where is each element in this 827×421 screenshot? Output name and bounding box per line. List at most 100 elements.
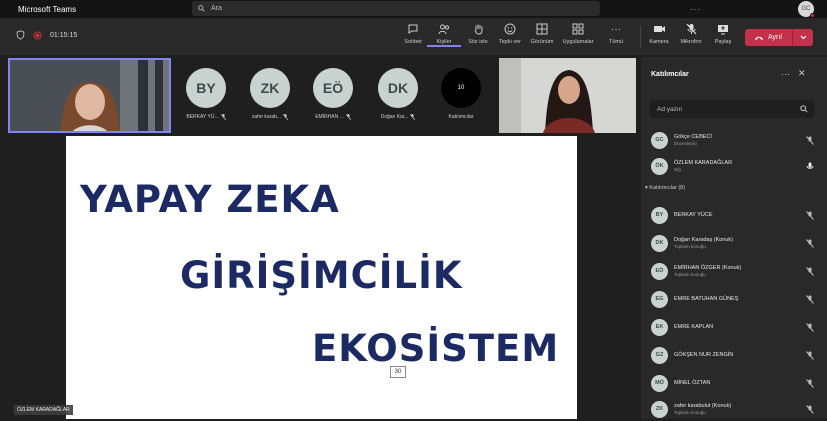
more-button[interactable]: ··· Tümü xyxy=(599,22,633,46)
mic-off-icon xyxy=(805,210,815,220)
participant-row[interactable]: BY BERKAY YÜCE xyxy=(651,203,815,227)
meeting-timer: 01:15:15 xyxy=(50,31,78,39)
mic-off-icon xyxy=(805,350,815,360)
participant-role: Toplantı konuğu xyxy=(674,244,706,249)
participant-row[interactable]: EÖ EMİRHAN ÖZGER (Konuk) Toplantı konuğu xyxy=(651,259,815,283)
participant-search-input[interactable]: Ad yazın xyxy=(650,100,814,118)
mic-off-icon xyxy=(805,404,815,414)
meeting-toolbar: 01:15:15 Sohbet Kişiler Söz iste Tepki v… xyxy=(0,18,827,56)
view-button[interactable]: Görünüm xyxy=(525,22,559,45)
active-speaker-video[interactable] xyxy=(8,58,171,133)
hand-icon xyxy=(474,24,482,35)
participant-avatar: ZK xyxy=(651,400,668,418)
more-options-icon[interactable]: ··· xyxy=(781,69,790,79)
avatar-initials: GC xyxy=(801,6,811,12)
participant-role: Düzenleyici xyxy=(674,141,698,146)
shield-icon[interactable] xyxy=(16,30,25,40)
participant-row[interactable]: MÖ MİNEL ÖZTAN xyxy=(651,371,815,395)
participant-name: zafer karab... xyxy=(251,114,282,120)
more-options-icon[interactable]: ··· xyxy=(690,5,701,14)
chat-icon xyxy=(408,24,418,34)
participant-row[interactable]: GC Gökçe CEBECİ Düzenleyici xyxy=(651,128,815,152)
share-label: Paylaş xyxy=(714,39,732,45)
apps-label: Uygulamalar xyxy=(562,39,594,45)
chevron-down-icon[interactable] xyxy=(793,35,813,40)
mic-on-icon xyxy=(805,161,815,171)
share-icon xyxy=(718,24,728,34)
participant-row[interactable]: DK Doğan Karadaş (Konuk) Toplantı konuğu xyxy=(651,231,815,255)
slide-line-3: EKOSİSTEM xyxy=(312,327,560,370)
mic-off-icon xyxy=(686,23,696,35)
camera-button[interactable]: Kamera xyxy=(642,22,676,45)
participant-row[interactable]: EG EMRE BATUHAN GÜNEŞ xyxy=(651,287,815,311)
participant-name: EMRE KAPLAN xyxy=(674,324,714,330)
phone-hangup-icon xyxy=(755,36,763,40)
global-search-input[interactable]: Ara xyxy=(192,1,600,16)
emoji-icon xyxy=(504,23,516,35)
mic-off-icon xyxy=(805,378,815,388)
mic-off-icon xyxy=(805,238,815,248)
participants-panel: Katılımcılar ··· ✕ Ad yazın GC Gökçe CEB… xyxy=(641,57,827,419)
participant-name: EMİRHAN ... xyxy=(315,114,344,120)
view-label: Görünüm xyxy=(530,39,554,45)
participant-avatar: DK xyxy=(378,68,418,108)
participant-row[interactable]: EK EMRE KAPLAN xyxy=(651,315,815,339)
camera-label: Kamera xyxy=(649,39,669,45)
participant-avatar: EÖ xyxy=(651,262,668,280)
close-icon[interactable]: ✕ xyxy=(798,68,806,79)
raise-hand-button[interactable]: Söz iste xyxy=(461,22,495,45)
participant-tile[interactable]: ZK zafer karab... xyxy=(245,68,295,120)
participant-name: Doğan Karadaş (Konuk) xyxy=(674,237,734,243)
participant-tile[interactable]: BY BERKAY YÜ... xyxy=(181,68,231,120)
people-button[interactable]: Kişiler xyxy=(427,22,461,47)
participant-avatar: BY xyxy=(651,206,668,224)
attendees-section-header[interactable]: ▾ Katılımcılar (8) xyxy=(645,185,685,191)
app-name: Microsoft Teams xyxy=(18,4,77,14)
user-avatar[interactable]: GC xyxy=(798,1,815,18)
leave-label: Ayrıl xyxy=(768,34,782,41)
search-icon xyxy=(198,5,205,12)
microphone-button[interactable]: Mikrofon xyxy=(674,22,708,45)
participant-row[interactable]: ÖK ÖZLEM KARADAĞLAR Diğ xyxy=(651,154,815,178)
participants-overflow-label: Katılımcılar xyxy=(448,114,474,120)
mic-off-icon xyxy=(805,266,815,276)
presenter-name-tag: ÖZLEM KARADAĞLAR xyxy=(14,405,73,415)
react-label: Tepki ver xyxy=(498,39,521,45)
overflow-count: 10 xyxy=(441,68,481,108)
more-label: Tümü xyxy=(608,39,624,45)
participant-row[interactable]: GZ GÖKŞEN NUR ZENGİN xyxy=(651,343,815,367)
panel-title: Katılımcılar xyxy=(651,71,689,78)
participant-name: BERKAY YÜCE xyxy=(674,212,713,218)
leave-button[interactable]: Ayrıl xyxy=(745,29,813,46)
participant-avatar: DK xyxy=(651,234,668,252)
apps-button[interactable]: Uygulamalar xyxy=(561,22,595,45)
mic-off-icon xyxy=(805,322,815,332)
participant-tile[interactable]: EÖ EMİRHAN ... xyxy=(308,68,358,120)
apps-icon xyxy=(572,23,584,35)
participant-video[interactable] xyxy=(499,58,636,133)
participant-role: Toplantı konuğu xyxy=(674,410,706,415)
participants-overflow-tile[interactable]: 10 Katılımcılar xyxy=(436,68,486,120)
participant-row[interactable]: ZK zafer karabulut (Konuk) Toplantı konuğ… xyxy=(651,397,815,421)
participant-name: EMİRHAN ÖZGER (Konuk) xyxy=(674,265,742,271)
react-button[interactable]: Tepki ver xyxy=(493,22,527,45)
share-button[interactable]: Paylaş xyxy=(706,22,740,45)
participant-video-feed xyxy=(499,58,636,133)
attendees-section-label: Katılımcılar (8) xyxy=(649,185,686,191)
shared-presentation-slide: YAPAY ZEKA GİRİŞİMCİLİK EKOSİSTEM xyxy=(66,136,577,419)
search-icon xyxy=(800,105,808,113)
participant-role: Diğ xyxy=(674,167,681,172)
toolbar-divider xyxy=(640,26,641,48)
chat-button[interactable]: Sohbet xyxy=(396,22,430,45)
mic-off-icon xyxy=(345,114,351,120)
participant-name: BERKAY YÜ... xyxy=(186,114,219,120)
slide-page-number: 30 xyxy=(390,366,406,378)
chat-label: Sohbet xyxy=(404,39,422,45)
participant-tile[interactable]: DK Doğan Kar... xyxy=(373,68,423,120)
mic-off-icon xyxy=(220,114,226,120)
microphone-label: Mikrofon xyxy=(680,39,702,45)
raise-hand-label: Söz iste xyxy=(468,39,488,45)
participant-avatar: BY xyxy=(186,68,226,108)
participant-name: EMRE BATUHAN GÜNEŞ xyxy=(674,296,739,302)
participant-avatar: GC xyxy=(651,131,668,149)
